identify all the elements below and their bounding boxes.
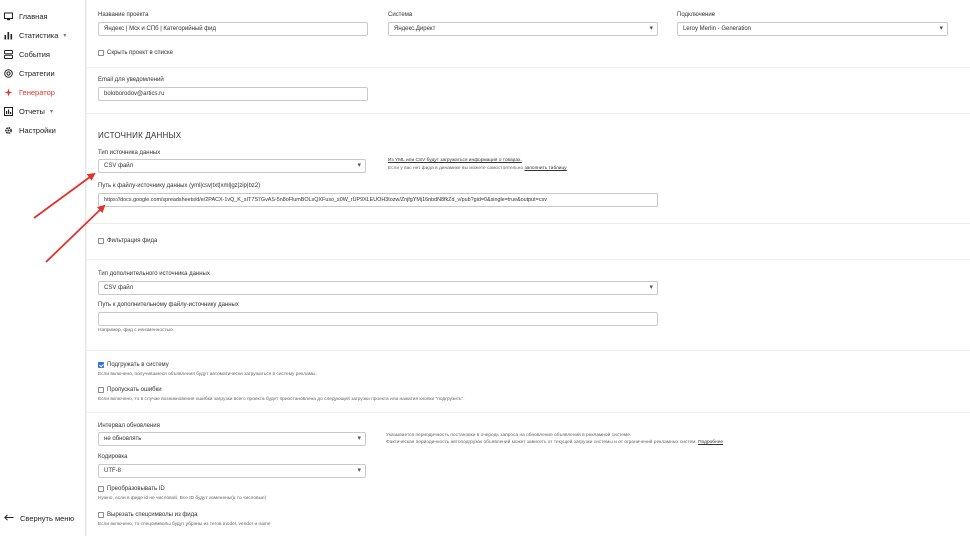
cut-special-label: Вырезать спецсимволы из фида xyxy=(107,512,198,518)
sidebar-item-label: Главная xyxy=(19,11,48,21)
extra-source-hint: Например, фид с неизменностью. xyxy=(98,328,175,333)
connection-label: Подключение xyxy=(677,12,716,18)
convert-id-hint: Нужно, если в фиде id не числовой. Все I… xyxy=(98,496,267,501)
email-label: Email для уведомлений xyxy=(98,77,164,83)
generator-icon xyxy=(4,88,13,97)
sidebar-item-events[interactable]: События xyxy=(4,47,50,61)
fill-table-link[interactable]: заполнить таблицу xyxy=(524,166,566,171)
sidebar-item-label: Отчеты xyxy=(19,106,45,116)
hide-project-checkbox[interactable]: Скрыть проект в списке xyxy=(98,50,173,56)
more-link[interactable]: Подробнее xyxy=(698,440,723,445)
cut-special-hint: Если включено, то спецсимволы будут убра… xyxy=(98,522,271,527)
encoding-label: Кодировка xyxy=(98,454,128,460)
project-name-label: Название проекта xyxy=(98,12,149,18)
system-select[interactable]: Яндекс.Директ xyxy=(388,22,658,36)
project-form xyxy=(87,0,970,536)
bar-chart-icon xyxy=(4,31,13,40)
skip-errors-checkbox[interactable]: Пропускать ошибки xyxy=(98,387,162,393)
sidebar-item-statistics[interactable]: Статистика ▾ xyxy=(4,28,66,42)
skip-errors-label: Пропускать ошибки xyxy=(107,387,162,393)
divider xyxy=(87,350,970,351)
monitor-icon xyxy=(4,12,13,21)
skip-errors-hint: Если включено, то в случае возникновения… xyxy=(98,397,465,402)
source-path-input[interactable]: https://docs.google.com/spreadsheets/d/e… xyxy=(98,193,658,207)
sidebar: Главная Статистика ▾ События Стратегии Г… xyxy=(0,0,86,536)
convert-id-label: Преобразовывать ID xyxy=(107,486,165,492)
checkbox-box-checked[interactable] xyxy=(98,362,104,368)
sidebar-item-label: Генератор xyxy=(19,87,55,97)
interval-select[interactable]: не обновлять xyxy=(98,432,366,446)
sidebar-item-generator[interactable]: Генератор xyxy=(4,85,55,99)
convert-id-checkbox[interactable]: Преобразовывать ID xyxy=(98,486,165,492)
load-to-system-label: Подгружать в систему xyxy=(107,362,169,368)
checkbox-box[interactable] xyxy=(98,238,104,244)
divider xyxy=(87,67,970,68)
email-input[interactable]: boloborodov@artics.ru xyxy=(98,87,368,101)
chevron-down-icon: ▾ xyxy=(49,108,53,115)
filter-feed-checkbox[interactable]: Фильтрация фида xyxy=(98,238,157,244)
checkbox-box[interactable] xyxy=(98,486,104,492)
system-label: Система xyxy=(388,12,413,18)
connection-select[interactable]: Leroy Merlin - Generation xyxy=(677,22,948,36)
gear-icon xyxy=(4,126,13,135)
load-to-system-checkbox[interactable]: Подгружать в систему xyxy=(98,362,169,368)
source-hint-link[interactable]: Из YML или CSV будут загружаться информа… xyxy=(388,158,522,163)
sidebar-item-settings[interactable]: Настройки xyxy=(4,123,56,137)
sidebar-item-label: Стратегии xyxy=(19,68,55,78)
source-hint: Из YML или CSV будут загружаться информа… xyxy=(388,158,522,163)
collapse-menu-button[interactable]: Свернуть меню xyxy=(4,514,74,523)
events-icon xyxy=(4,49,13,59)
interval-hint-2: Фактическая периодичность автоподгрузок … xyxy=(386,440,723,445)
source-type-select[interactable]: CSV файл xyxy=(98,159,366,173)
hide-project-label: Скрыть проект в списке xyxy=(107,50,173,56)
extra-source-path-input[interactable] xyxy=(98,312,658,326)
collapse-menu-label: Свернуть меню xyxy=(20,514,75,523)
interval-label: Интервал обновления xyxy=(98,423,160,429)
arrow-left-icon xyxy=(4,514,14,523)
reports-icon xyxy=(4,106,13,116)
sidebar-item-label: Настройки xyxy=(19,125,56,135)
filter-feed-label: Фильтрация фида xyxy=(107,238,158,244)
chevron-down-icon: ▾ xyxy=(63,32,67,39)
divider xyxy=(87,259,970,260)
extra-source-type-label: Тип дополнительного источника данных xyxy=(98,271,210,277)
divider xyxy=(87,113,970,114)
divider xyxy=(87,412,970,413)
data-source-heading: ИСТОЧНИК ДАННЫХ xyxy=(98,131,182,140)
load-to-system-hint: Если включено, получившиеся объявления б… xyxy=(98,372,317,377)
sidebar-item-home[interactable]: Главная xyxy=(4,9,48,23)
extra-source-path-label: Путь к дополнительному файлу-источнику д… xyxy=(98,302,239,308)
sidebar-item-reports[interactable]: Отчеты ▾ xyxy=(4,104,53,118)
source-path-label: Путь к файлу-источнику данных (yml|csv|t… xyxy=(98,183,261,189)
interval-hint-text: Фактическая периодичность автоподгрузок … xyxy=(386,440,697,445)
encoding-select[interactable]: UTF-8 xyxy=(98,464,366,478)
project-name-input[interactable]: Яндекс | Мск и СПб | Категорийный фид xyxy=(98,22,368,36)
interval-hint-1: Указывается периодичность постановки в о… xyxy=(386,433,632,438)
sidebar-item-strategies[interactable]: Стратегии xyxy=(4,66,55,80)
source-hint-line2: Если у вас нет фида в динамике вы можете… xyxy=(388,166,567,171)
source-hint-text: Если у вас нет фида в динамике вы можете… xyxy=(388,166,524,171)
target-icon xyxy=(4,68,13,78)
cut-special-checkbox[interactable]: Вырезать спецсимволы из фида xyxy=(98,512,198,518)
checkbox-box[interactable] xyxy=(98,50,104,56)
sidebar-item-label: События xyxy=(19,49,50,59)
divider xyxy=(87,223,970,224)
sidebar-item-label: Статистика xyxy=(19,30,59,40)
extra-source-type-select[interactable]: CSV файл xyxy=(98,281,658,295)
checkbox-box[interactable] xyxy=(98,512,104,518)
checkbox-box[interactable] xyxy=(98,387,104,393)
source-type-label: Тип источника данных xyxy=(98,150,161,156)
